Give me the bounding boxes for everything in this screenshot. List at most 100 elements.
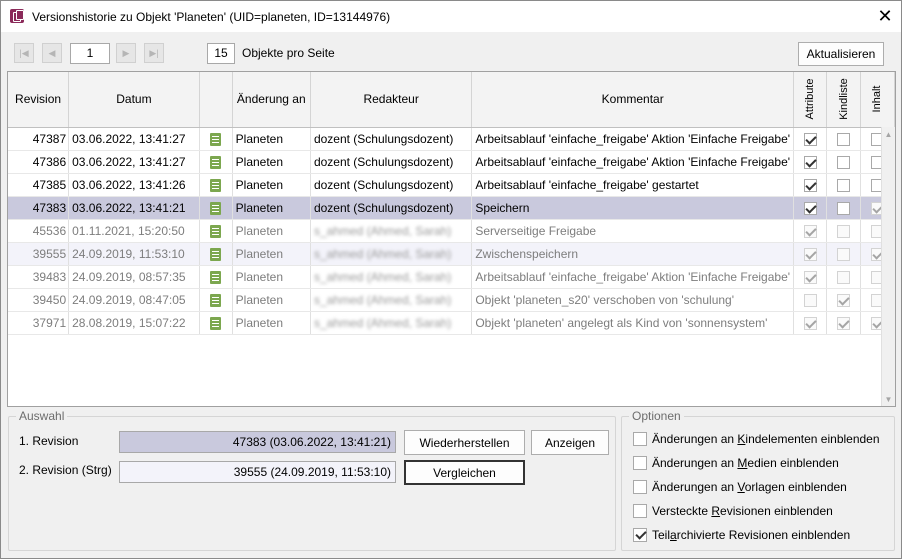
table-row[interactable]: 47387 03.06.2022, 13:41:27 Planeten dozent … — [8, 127, 895, 151]
option-row[interactable]: Änderungen an Medien einblenden — [633, 456, 839, 470]
editor-text: dozent (Schulungsdozent) — [313, 131, 454, 146]
cell-revision: 47385 — [8, 173, 70, 197]
last-page-icon[interactable]: ▶| — [144, 43, 164, 63]
attribute-checkbox — [803, 224, 817, 238]
cell-editor: dozent (Schulungsdozent) — [310, 173, 473, 197]
document-icon — [210, 155, 222, 169]
window-title: Versionshistorie zu Objekt 'Planeten' (U… — [32, 10, 391, 24]
option-row[interactable]: Änderungen an Kindelementen einblenden — [633, 432, 880, 446]
table-row[interactable]: 47383 03.06.2022, 13:41:21 Planeten dozent … — [8, 196, 895, 220]
cell-icon — [199, 173, 233, 197]
show-button[interactable]: Anzeigen — [531, 430, 609, 455]
cell-comment: Arbeitsablauf 'einfache_freigabe' gestar… — [471, 173, 795, 197]
first-page-icon[interactable]: |◀ — [14, 43, 34, 63]
cell-attribute — [793, 311, 828, 335]
cell-attribute — [793, 265, 828, 289]
cell-editor: s_ahmed (Ahmed, Sarah) — [310, 288, 473, 312]
editor-text: s_ahmed (Ahmed, Sarah) — [313, 292, 452, 307]
app-icon — [10, 9, 24, 23]
table-row[interactable]: 37971 28.08.2019, 15:07:22 Planeten s_ahmed… — [8, 311, 895, 335]
col-header-datum[interactable]: Datum — [68, 72, 200, 128]
cell-date: 28.08.2019, 15:07:22 — [68, 311, 200, 335]
table-row[interactable]: 45536 01.11.2021, 15:20:50 Planeten s_ahmed… — [8, 219, 895, 243]
option-label: Versteckte Revisionen einblenden — [652, 504, 833, 518]
option-checkbox[interactable] — [633, 456, 647, 470]
auswahl-group: Auswahl 1. Revision 47383 (03.06.2022, 1… — [8, 409, 616, 551]
editor-text: s_ahmed (Ahmed, Sarah) — [313, 315, 452, 330]
cell-kindliste — [826, 196, 861, 220]
option-row[interactable]: Änderungen an Vorlagen einblenden — [633, 480, 847, 494]
version-history-dialog: Versionshistorie zu Objekt 'Planeten' (U… — [0, 0, 902, 559]
rev2-field[interactable]: 39555 (24.09.2019, 11:53:10) — [119, 461, 396, 483]
option-label-key: M — [737, 456, 748, 470]
col-header-redakteur[interactable]: Redakteur — [310, 72, 473, 128]
option-label-key: a — [670, 528, 677, 542]
scroll-up-icon[interactable]: ▲ — [882, 127, 895, 141]
page-number-input[interactable]: 1 — [70, 43, 110, 64]
col-header-kommentar[interactable]: Kommentar — [471, 72, 795, 128]
table-row[interactable]: 39450 24.09.2019, 08:47:05 Planeten s_ahmed… — [8, 288, 895, 312]
table-row[interactable]: 39555 24.09.2019, 11:53:10 Planeten s_ahmed… — [8, 242, 895, 266]
cell-attribute — [793, 288, 828, 312]
per-page-label: Objekte pro Seite — [242, 46, 335, 60]
col-header-kindliste-label: Kindliste — [837, 78, 850, 121]
col-header-aenderung[interactable]: Änderung an — [232, 72, 311, 128]
col-header-icon[interactable] — [199, 72, 233, 128]
refresh-button[interactable]: Aktualisieren — [798, 42, 884, 66]
cell-icon — [199, 242, 233, 266]
cell-editor: dozent (Schulungsdozent) — [310, 196, 473, 220]
col-header-inhalt[interactable]: Inhalt — [860, 72, 895, 128]
cell-revision: 39450 — [8, 288, 70, 312]
cell-comment: Objekt 'planeten_s20' verschoben von 'sc… — [471, 288, 795, 312]
cell-attribute — [793, 150, 828, 174]
table-row[interactable]: 47385 03.06.2022, 13:41:26 Planeten dozent … — [8, 173, 895, 197]
rev1-field[interactable]: 47383 (03.06.2022, 13:41:21) — [119, 431, 396, 453]
option-row[interactable]: Teilarchivierte Revisionen einblenden — [633, 528, 850, 542]
option-checkbox[interactable] — [633, 432, 647, 446]
cell-editor: s_ahmed (Ahmed, Sarah) — [310, 219, 473, 243]
restore-button[interactable]: Wiederherstellen — [404, 430, 525, 455]
cell-attribute — [793, 242, 828, 266]
cell-revision: 37971 — [8, 311, 70, 335]
option-checkbox[interactable] — [633, 480, 647, 494]
vertical-scrollbar[interactable]: ▲ ▼ — [881, 127, 895, 406]
scroll-down-icon[interactable]: ▼ — [882, 392, 895, 406]
attribute-checkbox — [803, 178, 817, 192]
col-header-kindliste[interactable]: Kindliste — [826, 72, 861, 128]
col-header-revision[interactable]: Revision — [8, 72, 70, 128]
cell-kindliste — [826, 288, 861, 312]
cell-revision: 39483 — [8, 265, 70, 289]
compare-button[interactable]: Vergleichen — [404, 460, 525, 485]
next-page-icon[interactable]: ▶ — [116, 43, 136, 63]
table-header: Revision Datum Änderung an Redakteur Kom… — [8, 72, 895, 128]
prev-page-icon[interactable]: ◀ — [42, 43, 62, 63]
editor-text: dozent (Schulungsdozent) — [313, 154, 454, 169]
close-button[interactable]: ✕ — [869, 1, 901, 32]
cell-kindliste — [826, 265, 861, 289]
option-row[interactable]: Versteckte Revisionen einblenden — [633, 504, 833, 518]
cell-date: 03.06.2022, 13:41:21 — [68, 196, 200, 220]
per-page-input[interactable]: 15 — [207, 43, 235, 64]
cell-revision: 47383 — [8, 196, 70, 220]
cell-comment: Arbeitsablauf 'einfache_freigabe' Aktion… — [471, 150, 795, 174]
option-label-pre: Änderungen an — [652, 456, 738, 470]
cell-kindliste — [826, 219, 861, 243]
cell-kindliste — [826, 311, 861, 335]
option-label-pre: Teil — [652, 528, 671, 542]
option-label-post: edien einblenden — [747, 456, 839, 470]
cell-editor: dozent (Schulungsdozent) — [310, 127, 473, 151]
col-header-attribute[interactable]: Attribute — [793, 72, 828, 128]
attribute-checkbox — [803, 155, 817, 169]
table-row[interactable]: 39483 24.09.2019, 08:57:35 Planeten s_ahmed… — [8, 265, 895, 289]
option-label-pre: Versteckte — [652, 504, 712, 518]
cell-kindliste — [826, 127, 861, 151]
option-checkbox[interactable] — [633, 504, 647, 518]
option-checkbox[interactable] — [633, 528, 647, 542]
editor-text: s_ahmed (Ahmed, Sarah) — [313, 269, 452, 284]
table-row[interactable]: 47386 03.06.2022, 13:41:27 Planeten dozent … — [8, 150, 895, 174]
option-label-post: evisionen einblenden — [720, 504, 833, 518]
cell-editor: s_ahmed (Ahmed, Sarah) — [310, 311, 473, 335]
rev1-label: 1. Revision — [19, 434, 79, 448]
cell-changed: Planeten — [232, 265, 311, 289]
cell-icon — [199, 219, 233, 243]
